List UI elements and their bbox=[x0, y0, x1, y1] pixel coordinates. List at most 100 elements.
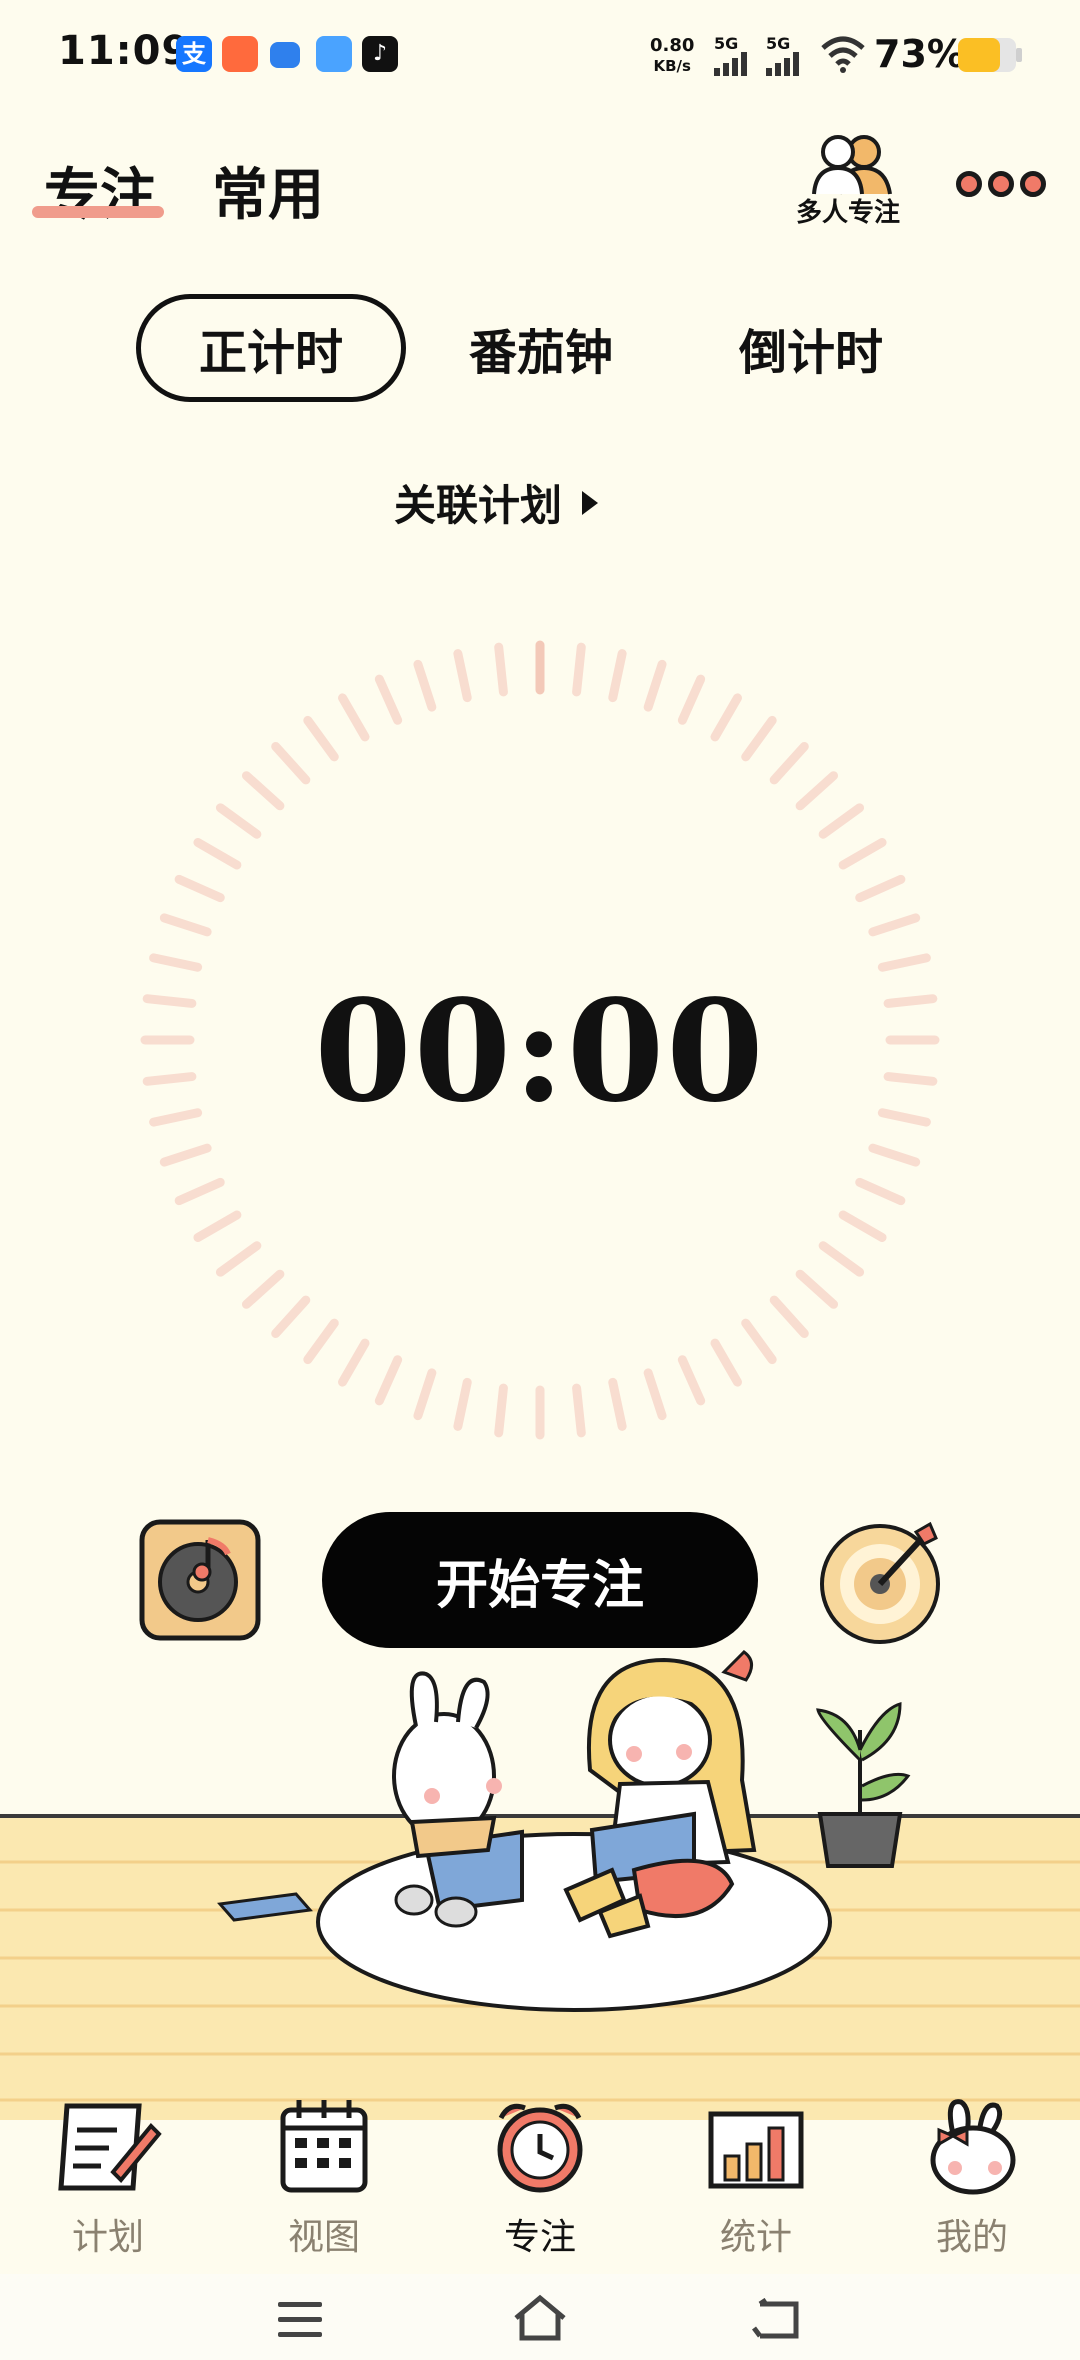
status-time: 11:09 bbox=[58, 28, 191, 74]
bar-chart-icon bbox=[708, 2111, 804, 2189]
menu-icon[interactable] bbox=[276, 2300, 324, 2340]
link-plan-label: 关联计划 bbox=[394, 481, 563, 530]
play-arrow-icon bbox=[582, 490, 599, 515]
net-speed-value: 0.80 bbox=[650, 35, 695, 56]
dial-tick bbox=[494, 642, 508, 697]
dial-tick bbox=[193, 838, 242, 870]
more-menu-button[interactable] bbox=[952, 164, 1048, 204]
reading-illustration bbox=[0, 1650, 1080, 2120]
more-dot bbox=[956, 171, 982, 197]
dial-tick bbox=[453, 1377, 472, 1431]
dial-tick bbox=[241, 771, 285, 811]
dial-tick bbox=[572, 642, 586, 697]
wifi-icon bbox=[821, 36, 865, 73]
mode-count-up[interactable]: 正计时 bbox=[136, 294, 406, 402]
net-speed: 0.80 KB/s bbox=[650, 36, 694, 76]
dial-tick bbox=[877, 1108, 931, 1127]
dial-tick bbox=[215, 1241, 262, 1277]
nav-view[interactable]: 视图 bbox=[244, 2096, 404, 2260]
dial-tick bbox=[710, 693, 742, 742]
timer-display: 00:00 bbox=[314, 970, 766, 1134]
dial-tick bbox=[271, 1295, 311, 1339]
dial-tick bbox=[374, 674, 403, 725]
multi-focus-label: 多人专注 bbox=[796, 198, 901, 228]
dial-tick bbox=[677, 674, 706, 725]
cloud-icon bbox=[316, 36, 352, 72]
dial-tick bbox=[769, 1295, 809, 1339]
dial-tick bbox=[159, 1143, 212, 1167]
people-icon bbox=[812, 135, 892, 195]
dial-tick bbox=[494, 1383, 508, 1438]
dial-tick bbox=[855, 874, 906, 903]
nav-label: 视图 bbox=[287, 2217, 360, 2258]
calendar-icon bbox=[280, 2100, 368, 2193]
dial-tick bbox=[710, 1338, 742, 1387]
dial-tick bbox=[413, 659, 437, 712]
nav-label: 计划 bbox=[71, 2217, 144, 2258]
dial-tick bbox=[677, 1355, 706, 1406]
nav-label: 统计 bbox=[719, 2217, 792, 2258]
nav-statistics[interactable]: 统计 bbox=[676, 2096, 836, 2260]
alarm-clock-icon bbox=[497, 2103, 583, 2193]
alipay-icon: 支 bbox=[176, 36, 212, 72]
app-icon bbox=[222, 36, 258, 72]
dial-tick bbox=[741, 1318, 777, 1365]
tab-common[interactable]: 常用 bbox=[212, 150, 324, 231]
dial-tick bbox=[883, 1072, 938, 1086]
battery-tip bbox=[1016, 48, 1022, 62]
message-icon bbox=[270, 42, 300, 68]
dial-tick bbox=[338, 1338, 370, 1387]
dial-tick bbox=[795, 1269, 839, 1309]
mode-countdown[interactable]: 倒计时 bbox=[716, 294, 906, 402]
dial-tick bbox=[572, 1383, 586, 1438]
dial-tick bbox=[149, 953, 203, 972]
dial-tick bbox=[883, 994, 938, 1008]
dial-tick bbox=[413, 1368, 437, 1421]
signal-2: 5G bbox=[766, 34, 791, 53]
dial-tick bbox=[818, 1241, 865, 1277]
signal-1: 5G bbox=[714, 34, 739, 53]
dial-tick bbox=[303, 1318, 339, 1365]
signal-bars-icon bbox=[766, 52, 799, 76]
link-plan-button[interactable]: 关联计划 bbox=[394, 472, 600, 533]
dial-tick bbox=[142, 1072, 197, 1086]
dial-tick bbox=[868, 1143, 921, 1167]
dial-tick bbox=[142, 994, 197, 1008]
dial-tick bbox=[868, 913, 921, 937]
dial-tick bbox=[174, 874, 225, 903]
notepad-icon bbox=[58, 2103, 162, 2191]
dial-tick bbox=[338, 693, 370, 742]
nav-label: 我的 bbox=[935, 2217, 1008, 2258]
more-dot bbox=[1020, 171, 1046, 197]
nav-focus[interactable]: 专注 bbox=[460, 2096, 620, 2260]
bunny-icon bbox=[930, 2099, 1016, 2195]
dial-tick bbox=[643, 659, 667, 712]
dial-tick bbox=[193, 1210, 242, 1242]
system-navigation-bar bbox=[0, 2274, 1080, 2360]
home-icon[interactable] bbox=[512, 2294, 568, 2342]
battery-percent: 73% bbox=[874, 32, 965, 76]
net-speed-unit: KB/s bbox=[653, 57, 691, 75]
dial-tick bbox=[795, 771, 839, 811]
tab-focus[interactable]: 专注 bbox=[44, 150, 156, 231]
dial-tick bbox=[855, 1177, 906, 1206]
dial-tick bbox=[877, 953, 931, 972]
dial-tick bbox=[215, 803, 262, 839]
dial-tick bbox=[374, 1355, 403, 1406]
mode-pomodoro[interactable]: 番茄钟 bbox=[446, 294, 636, 402]
dial-tick bbox=[453, 649, 472, 703]
dial-tick bbox=[818, 803, 865, 839]
dial-tick bbox=[159, 913, 212, 937]
nav-mine[interactable]: 我的 bbox=[892, 2096, 1052, 2260]
dial-tick bbox=[608, 649, 627, 703]
dial-tick bbox=[271, 741, 311, 785]
back-icon[interactable] bbox=[752, 2298, 804, 2342]
more-dot bbox=[988, 171, 1014, 197]
tiktok-icon: ♪ bbox=[362, 36, 398, 72]
active-tab-indicator bbox=[32, 206, 164, 218]
battery-icon bbox=[958, 38, 1016, 72]
dial-tick bbox=[741, 715, 777, 762]
nav-plan[interactable]: 计划 bbox=[28, 2096, 188, 2260]
dial-tick bbox=[303, 715, 339, 762]
dial-tick bbox=[149, 1108, 203, 1127]
